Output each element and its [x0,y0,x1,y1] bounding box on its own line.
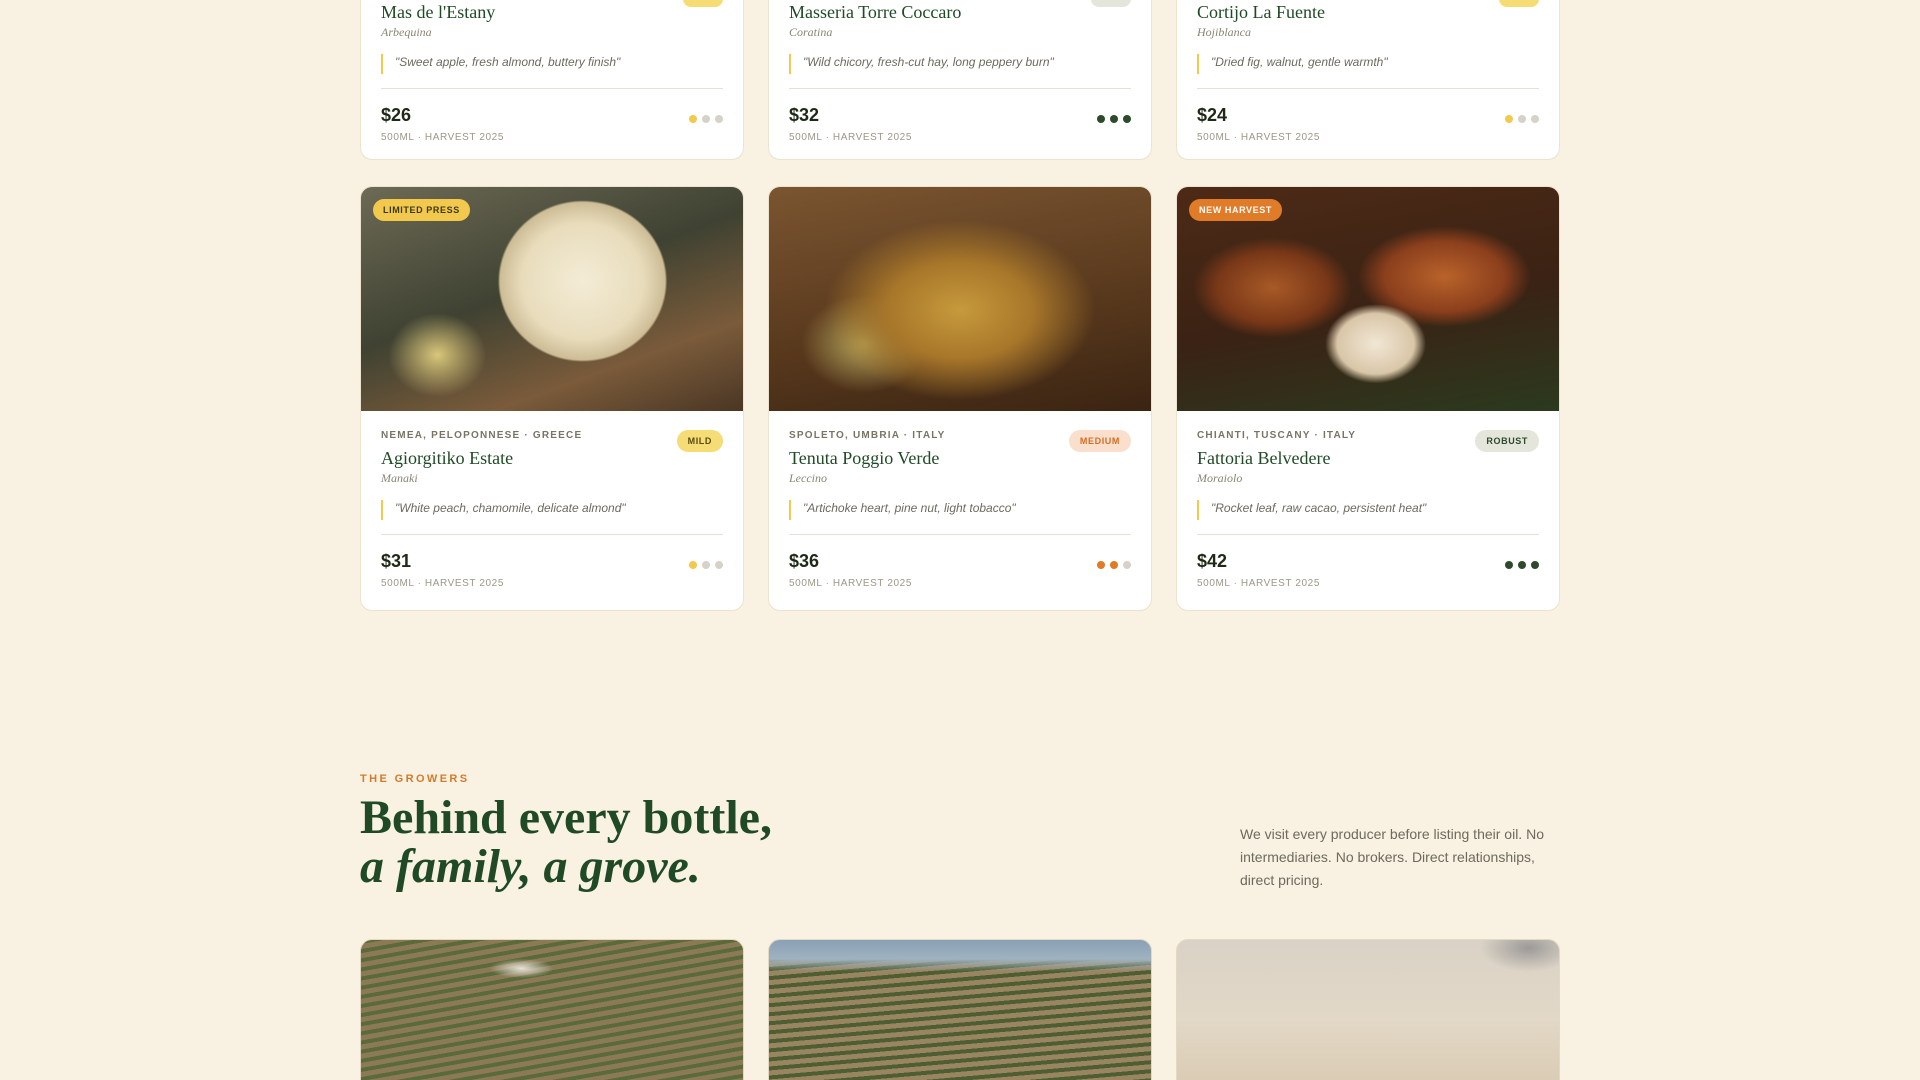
intensity-dot [1110,561,1118,569]
product-photo: LIMITED PRESS [361,187,743,411]
tasting-notes: "Rocket leaf, raw cacao, persistent heat… [1197,500,1539,520]
intensity-dots [689,115,723,123]
divider [381,534,723,535]
price: $24 [1197,105,1228,125]
grower-photo[interactable] [360,939,744,1080]
tasting-notes: "Artichoke heart, pine nut, light tobacc… [789,500,1131,520]
price: $42 [1197,551,1228,571]
grower-photo[interactable] [1176,939,1560,1080]
section-eyebrow: THE GROWERS [360,773,470,785]
product-photo: NEW HARVEST [1177,187,1559,411]
intensity-dot [1097,115,1105,123]
intensity-dot [1531,561,1539,569]
section-intro: We visit every producer before listing t… [1240,826,1544,888]
tasting-notes: "Dried fig, walnut, gentle warmth" [1197,54,1539,74]
tasting-notes: "White peach, chamomile, delicate almond… [381,500,723,520]
intensity-dot [689,561,697,569]
product-card[interactable]: Masseria Torre Coccaro Coratina "Wild ch… [768,0,1152,160]
price: $32 [789,105,820,125]
intensity-dot [715,115,723,123]
price: $36 [789,551,820,571]
intensity-dot [1123,115,1131,123]
cultivar-name: Arbequina [381,25,432,39]
intensity-dot [1110,115,1118,123]
intensity-dot [1505,561,1513,569]
product-photo [769,187,1151,411]
divider [381,88,723,89]
limited-press-flag: LIMITED PRESS [373,199,470,221]
product-card[interactable]: SPOLETO, UMBRIA · ITALY MEDIUM Tenuta Po… [768,186,1152,611]
headline-line-1: Behind every bottle, [360,791,772,844]
intensity-dot [715,561,723,569]
intensity-dots [1097,115,1131,123]
tasting-notes: "Wild chicory, fresh-cut hay, long peppe… [789,54,1131,74]
product-card[interactable]: LIMITED PRESS NEMEA, PELOPONNESE · GREEC… [360,186,744,611]
grower-photo[interactable] [768,939,1152,1080]
cultivar-name: Coratina [789,25,833,39]
intensity-dot [1097,561,1105,569]
price: $26 [381,105,412,125]
tasting-notes: "Sweet apple, fresh almond, buttery fini… [381,54,723,74]
new-harvest-flag: NEW HARVEST [1189,199,1282,221]
divider [1197,534,1539,535]
intensity-dots [1505,561,1539,569]
intensity-badge: MILD [676,430,723,452]
producer-name: Cortijo La Fuente [1197,2,1325,22]
divider [789,534,1131,535]
producer-name: Masseria Torre Coccaro [789,2,962,22]
divider [1197,88,1539,89]
cultivar-name: Manaki [381,471,418,485]
bottle-meta: 500ML · HARVEST 2025 [1197,578,1320,589]
intensity-dots [689,561,723,569]
bottle-meta: 500ML · HARVEST 2025 [789,578,912,589]
bottle-meta: 500ML · HARVEST 2025 [1197,132,1320,143]
intensity-dot [702,115,710,123]
intensity-badge: ROBUST [1475,430,1539,452]
intensity-dot [702,561,710,569]
product-card[interactable]: Mas de l'Estany Arbequina "Sweet apple, … [360,0,744,160]
intensity-dot [1505,115,1513,123]
intensity-dots [1505,115,1539,123]
price: $31 [381,551,412,571]
intensity-badge: MEDIUM [1068,430,1131,452]
cultivar-name: Leccino [789,471,827,485]
cultivar-name: Moraiolo [1197,471,1243,485]
intensity-dot [1518,115,1526,123]
headline-line-2: a family, a grove. [360,840,701,893]
section-headline: Behind every bottle, a family, a grove. [360,793,772,891]
product-card[interactable]: NEW HARVEST CHIANTI, TUSCANY · ITALY ROB… [1176,186,1560,611]
bottle-meta: 500ML · HARVEST 2025 [381,132,504,143]
bottle-meta: 500ML · HARVEST 2025 [381,578,504,589]
region-label: NEMEA, PELOPONNESE · GREECE [381,430,583,441]
intensity-dot [1123,561,1131,569]
intensity-dot [689,115,697,123]
bottle-meta: 500ML · HARVEST 2025 [789,132,912,143]
intensity-dots [1097,561,1131,569]
intensity-dot [1518,561,1526,569]
producer-name: Mas de l'Estany [381,2,496,22]
producer-name: Agiorgitiko Estate [381,448,514,468]
product-card[interactable]: Cortijo La Fuente Hojiblanca "Dried fig,… [1176,0,1560,160]
intensity-dot [1531,115,1539,123]
divider [789,88,1131,89]
cultivar-name: Hojiblanca [1197,25,1251,39]
